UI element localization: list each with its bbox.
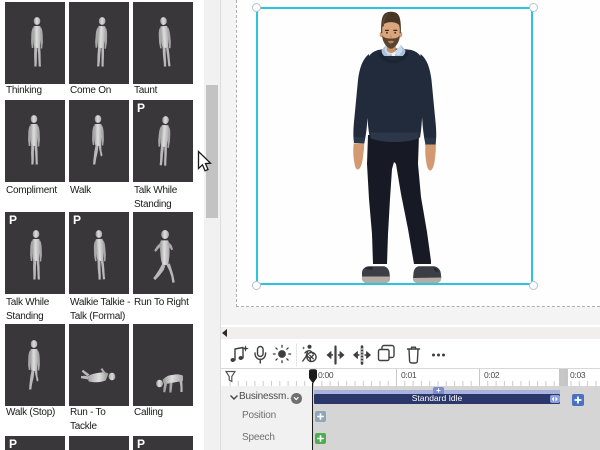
svg-text:0:00: 0:00 [318,370,334,380]
svg-text:0:01: 0:01 [401,370,417,380]
svg-text:0:03: 0:03 [570,370,586,380]
svg-text:0:02: 0:02 [484,370,500,380]
